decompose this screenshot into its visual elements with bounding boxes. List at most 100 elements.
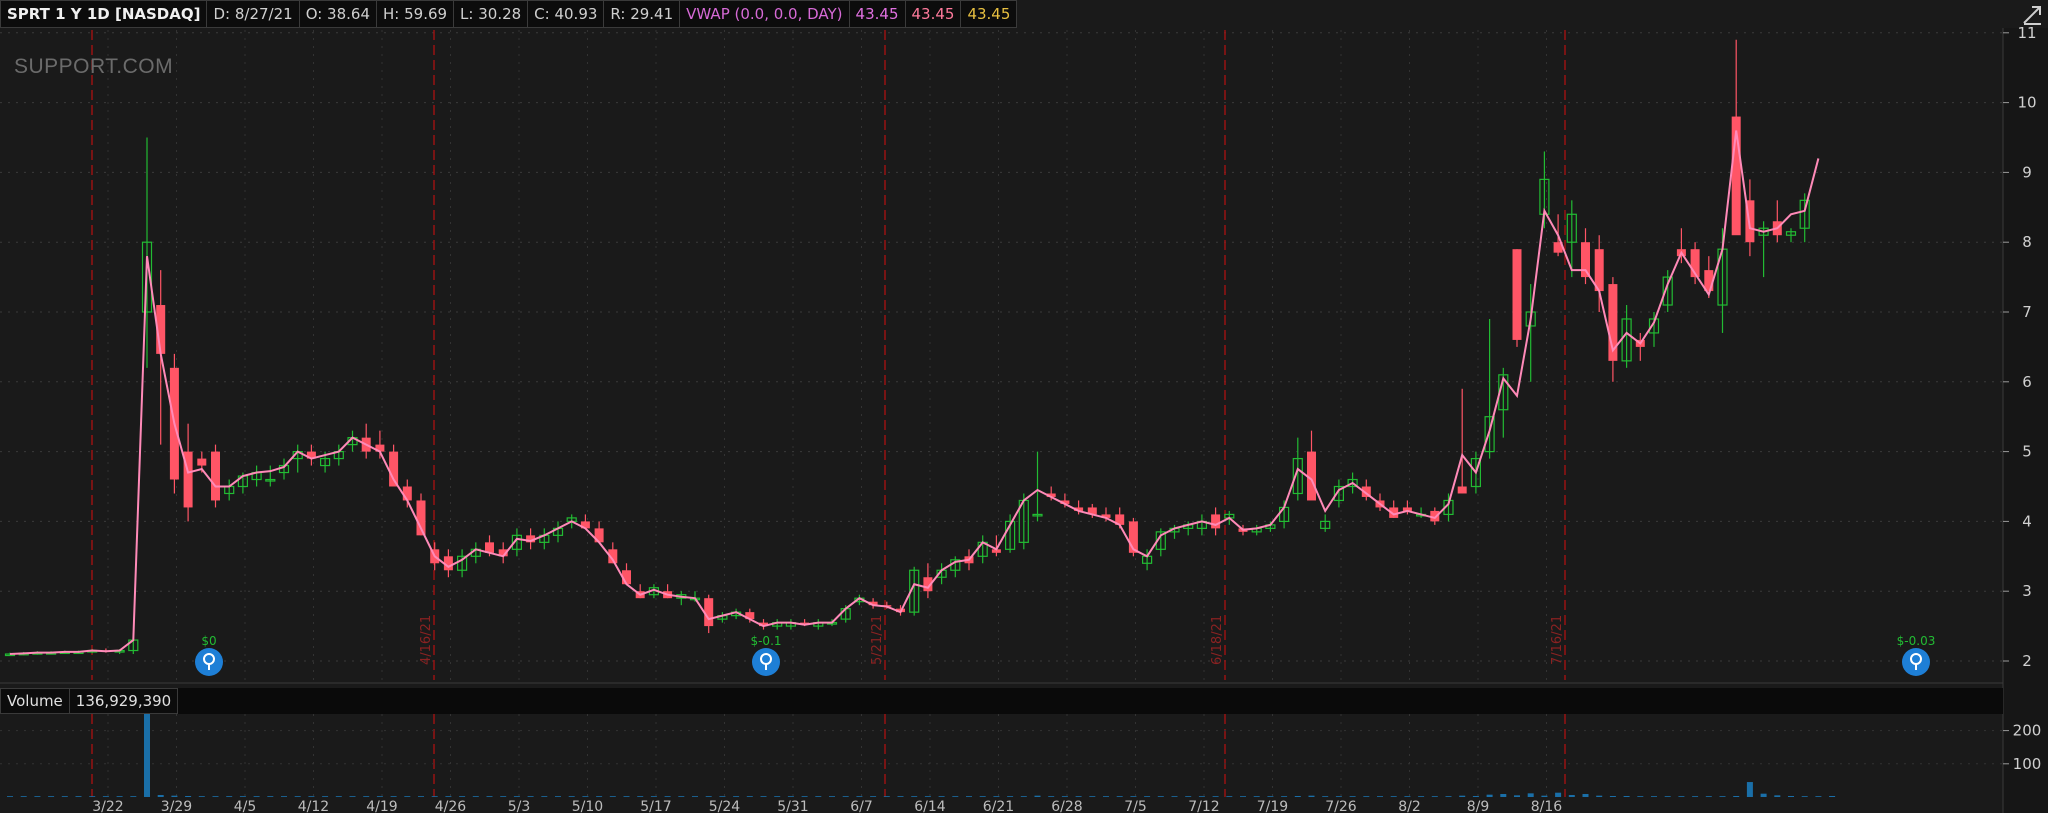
date-tick-label: 5/31: [777, 799, 808, 813]
earnings-marker[interactable]: [195, 648, 223, 676]
candle-body-down[interactable]: [197, 458, 207, 466]
volume-bar: [171, 795, 178, 797]
volume-bar: [48, 796, 55, 797]
volume-bar: [856, 796, 863, 797]
volume-bar: [294, 796, 301, 797]
volume-bar: [1596, 795, 1603, 797]
earnings-label: $-0.1: [750, 634, 781, 648]
volume-bar: [1623, 796, 1630, 797]
volume-bar: [1733, 796, 1740, 797]
volume-bar: [1705, 796, 1712, 797]
volume-bar: [239, 796, 246, 797]
volume-bar: [61, 796, 68, 797]
candle-body-down[interactable]: [1211, 514, 1221, 529]
volume-bar: [472, 796, 479, 797]
earnings-marker[interactable]: [752, 648, 780, 676]
volume-bar: [1226, 796, 1233, 797]
volume-bar: [705, 796, 712, 797]
volume-bar: [979, 796, 986, 797]
candle-body-down[interactable]: [1512, 249, 1522, 340]
date-tick-label: 8/9: [1467, 799, 1490, 813]
volume-bar: [1335, 796, 1342, 797]
candle-body-down[interactable]: [1457, 486, 1467, 494]
volume-bar: [130, 796, 137, 797]
volume-bar: [787, 796, 794, 797]
volume-bar: [198, 796, 205, 797]
volume-bar: [7, 796, 13, 797]
volume-bar: [1445, 796, 1452, 797]
date-tick-label: 6/7: [850, 799, 873, 813]
event-date-label: 4/16/21: [419, 615, 434, 665]
volume-bar: [1198, 796, 1205, 797]
price-tick-label: 7: [2022, 303, 2032, 321]
volume-label[interactable]: Volume: [0, 688, 70, 714]
earnings-marker[interactable]: [1902, 648, 1930, 676]
volume-bar: [678, 796, 685, 797]
volume-bar: [185, 796, 192, 797]
chart-window: 2 3 4 5 6 7 8 9 10 11 3/22 3/29 4/5 4/12 4/19 4/26 5/3 5/…: [0, 0, 2048, 813]
volume-bar: [1609, 796, 1616, 797]
date-tick-label: 3/29: [161, 799, 192, 813]
volume-bar: [212, 796, 219, 797]
volume-bar: [1075, 796, 1082, 797]
volume-bar: [1103, 796, 1109, 797]
volume-bar: [1007, 796, 1014, 797]
date-tick-label: 8/2: [1398, 799, 1421, 813]
earnings-label: $0: [201, 634, 216, 648]
volume-bar: [1486, 794, 1493, 797]
vwap-study-label[interactable]: VWAP (0.0, 0.0, DAY): [679, 0, 850, 28]
chart-header: SPRT 1 Y 1D [NASDAQ] D: 8/27/21 O: 38.64…: [0, 0, 1018, 28]
volume-bar: [1568, 795, 1575, 797]
date-tick-label: 6/28: [1051, 799, 1082, 813]
volume-bar: [20, 796, 27, 797]
price-tick-label: 8: [2022, 233, 2032, 251]
volume-bar: [1815, 796, 1822, 797]
volume-bar: [1253, 796, 1260, 797]
date-tick-label: 6/21: [983, 799, 1014, 813]
price-tick-label: 2: [2022, 652, 2032, 670]
volume-bar: [1459, 795, 1466, 797]
volume-bar: [897, 796, 904, 797]
volume-bar: [1527, 793, 1534, 797]
price-tick-label: 9: [2022, 163, 2032, 181]
date-tick-label: 4/5: [234, 799, 257, 813]
date-tick-label: 7/19: [1257, 799, 1288, 813]
date-tick-label: 5/17: [640, 799, 671, 813]
volume-bar: [1116, 796, 1123, 797]
volume-bar: [938, 796, 945, 797]
candle-body-down[interactable]: [402, 486, 412, 501]
volume-bar: [335, 796, 342, 797]
volume-bar: [1240, 796, 1246, 797]
candle-body-down[interactable]: [704, 598, 714, 627]
volume-bar: [376, 796, 383, 797]
volume-bar: [924, 796, 931, 797]
volume-bar: [733, 796, 740, 797]
volume-bar: [1020, 796, 1027, 797]
date-tick-label: 7/5: [1124, 799, 1147, 813]
volume-bar: [1294, 796, 1301, 797]
volume-bar: [1801, 796, 1808, 797]
volume-bar: [144, 702, 150, 797]
candle-body-down[interactable]: [211, 451, 220, 501]
volume-bar: [486, 796, 493, 797]
volume-bar: [1788, 796, 1794, 797]
volume-bar: [719, 796, 726, 797]
volume-bar: [1267, 796, 1274, 797]
volume-bar: [349, 796, 356, 797]
expand-chart-icon[interactable]: [2020, 3, 2044, 27]
symbol-label[interactable]: SPRT 1 Y 1D [NASDAQ]: [0, 0, 208, 28]
volume-header-strip: [0, 688, 2003, 714]
volume-bar: [1582, 794, 1589, 797]
price-tick-label: 5: [2022, 443, 2032, 461]
volume-bar: [267, 796, 274, 797]
volume-bar: [774, 796, 781, 797]
volume-bar: [281, 796, 287, 797]
volume-bar: [555, 796, 561, 797]
volume-bar: [966, 796, 972, 797]
volume-bar: [418, 796, 424, 797]
volume-bar: [226, 796, 233, 797]
volume-bar: [883, 796, 890, 797]
volume-bar: [692, 796, 698, 797]
volume-bar: [1555, 792, 1562, 797]
date-tick-label: 3/22: [92, 799, 123, 813]
